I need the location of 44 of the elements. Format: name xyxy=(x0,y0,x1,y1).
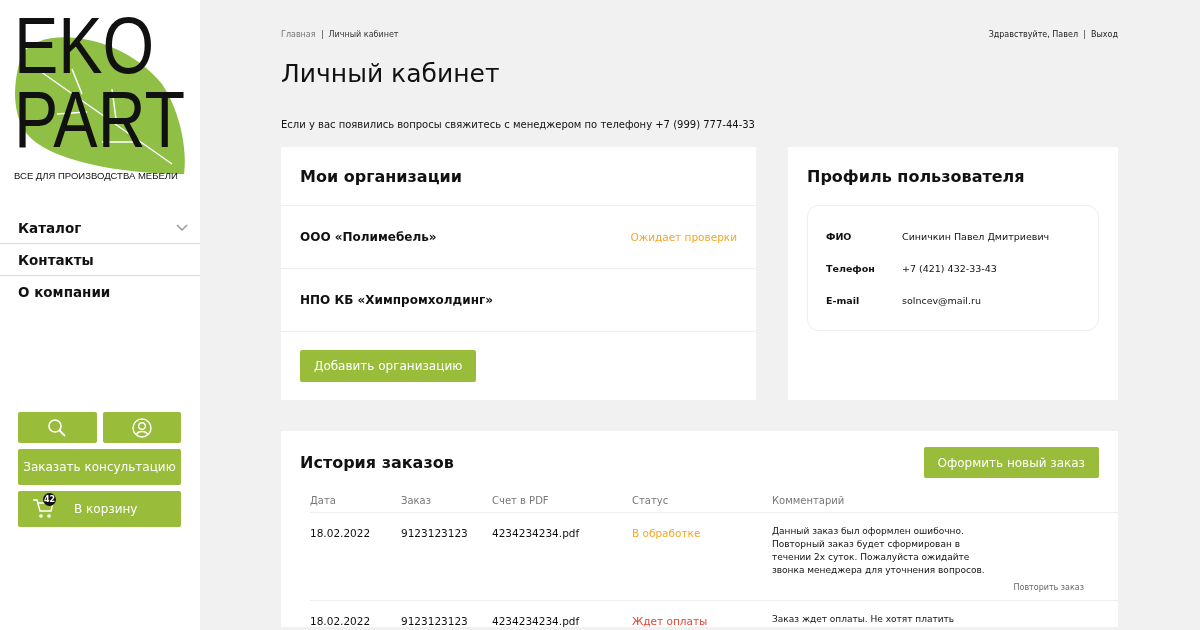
invoice-link[interactable]: 4234234234.pdf xyxy=(492,527,580,539)
column-header: Статус xyxy=(632,495,669,506)
card-title: История заказов xyxy=(300,453,454,472)
table-cell: 9123123123 xyxy=(401,527,468,539)
nav-item[interactable]: О компании xyxy=(0,276,200,307)
cart-button[interactable]: 42 В корзину xyxy=(18,491,181,527)
order-comment: Данный заказ был оформлен ошибочно. Повторный заказ будет сформирован в течении 2х суток. Пожалуйста ожидайте звонка менеджера для уточнения вопросов. xyxy=(772,526,985,575)
order-status: Ждет оплаты xyxy=(632,615,708,627)
column-header: Комментарий xyxy=(772,495,845,506)
column-header: Дата xyxy=(310,495,336,506)
table-cell: 9123123123 xyxy=(401,615,468,627)
profile-button[interactable] xyxy=(102,412,181,443)
search-icon xyxy=(47,417,68,438)
cart-count-badge: 42 xyxy=(43,493,56,506)
search-button[interactable] xyxy=(18,412,97,443)
field-value: Синичкин Павел Дмитриевич xyxy=(902,230,1050,242)
field-value: solncev@mail.ru xyxy=(902,294,981,306)
table-cell: 18.02.2022 xyxy=(310,615,371,627)
contact-notice: Если у вас появились вопросы свяжитесь с менеджером по телефону +7 (999) 777-44-33 xyxy=(281,119,756,130)
column-header: Заказ xyxy=(401,495,432,506)
organization-status: Ожидает проверки xyxy=(630,231,737,243)
field-label: E-mail xyxy=(826,294,861,306)
column-header: Счет в PDF xyxy=(492,495,549,506)
organization-name[interactable]: ООО «Полимебель» xyxy=(300,230,437,244)
field-label: ФИО xyxy=(826,230,853,242)
field-label: Телефон xyxy=(826,262,876,274)
logo-tagline: ВСЕ ДЛЯ ПРОИЗВОДСТВА МЕБЕЛИ xyxy=(14,170,178,181)
breadcrumb-link[interactable]: Главная xyxy=(281,30,316,39)
breadcrumb-link[interactable]: Личный кабинет xyxy=(321,30,399,39)
order-comment: Заказ ждет оплаты. Не хотят платить xyxy=(772,614,955,624)
cart-icon xyxy=(32,497,56,519)
field-value: +7 (421) 432-33-43 xyxy=(902,262,997,274)
table-cell: 18.02.2022 xyxy=(310,527,371,539)
chevron-icon xyxy=(176,223,188,232)
greeting-text: Здравствуйте, Павел xyxy=(988,30,1079,39)
card-title: Мои организации xyxy=(299,166,463,188)
order-status: В обработке xyxy=(632,527,701,539)
invoice-link[interactable]: 4234234234.pdf xyxy=(492,615,580,627)
organization-name[interactable]: НПО КБ «Химпромхолдинг» xyxy=(300,293,493,307)
logout-link[interactable]: Выход xyxy=(1084,30,1118,39)
card-title: Профиль пользователя xyxy=(806,166,1026,188)
page-title: Личный кабинет xyxy=(281,59,501,88)
user-icon xyxy=(131,417,152,438)
repeat-order-link[interactable]: Повторить заказ xyxy=(1013,583,1084,592)
